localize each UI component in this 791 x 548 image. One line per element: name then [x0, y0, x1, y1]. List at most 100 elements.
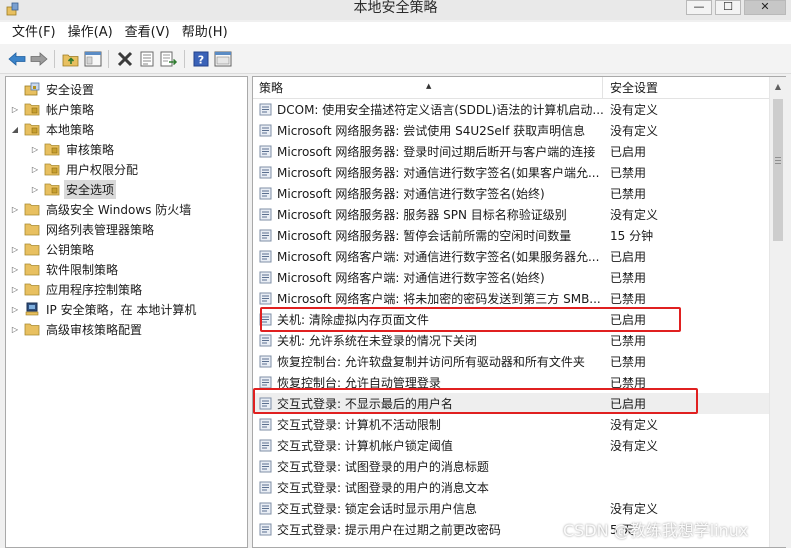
menu-action[interactable]: 操作(A) — [62, 23, 119, 43]
console-icon[interactable] — [214, 50, 232, 68]
policy-icon — [259, 523, 272, 536]
tree-item-user-rights-assignment[interactable]: ▷ 用户权限分配 — [30, 159, 140, 179]
policy-row[interactable]: Microsoft 网络服务器: 对通信进行数字签名(如果客户端允... 已禁用 — [253, 162, 769, 183]
up-folder-icon[interactable] — [62, 50, 80, 68]
tree-label: 帐户策略 — [46, 102, 95, 117]
tree-expander-collapsed-icon[interactable]: ▷ — [10, 324, 20, 334]
scroll-up-icon[interactable]: ▲ — [770, 79, 786, 95]
menu-view[interactable]: 查看(V) — [119, 23, 176, 43]
scrollbar-grip — [775, 160, 781, 161]
policy-icon — [259, 334, 272, 347]
tree-label: 审核策略 — [66, 142, 115, 157]
tree-expander-collapsed-icon[interactable]: ▷ — [30, 184, 40, 194]
tree-item-security-options[interactable]: ▷ 安全选项 — [30, 179, 117, 199]
tree-expander-collapsed-icon[interactable]: ▷ — [10, 284, 20, 294]
svg-text:?: ? — [198, 54, 204, 67]
properties-icon[interactable] — [138, 50, 156, 68]
policy-row[interactable]: 交互式登录: 计算机不活动限制 没有定义 — [253, 414, 769, 435]
close-button[interactable]: ✕ — [744, 0, 786, 15]
tree-expander-none — [10, 224, 20, 234]
policy-row[interactable]: Microsoft 网络服务器: 暂停会话前所需的空闲时间数量 15 分钟 — [253, 225, 769, 246]
policy-row[interactable]: 交互式登录: 锁定会话时显示用户信息 没有定义 — [253, 498, 769, 519]
menu-help[interactable]: 帮助(H) — [176, 23, 234, 43]
policy-icon — [259, 439, 272, 452]
policy-row[interactable]: 交互式登录: 试图登录的用户的消息标题 — [253, 456, 769, 477]
policy-row[interactable]: Microsoft 网络服务器: 服务器 SPN 目标名称验证级别 没有定义 — [253, 204, 769, 225]
tree-expander-expanded-icon[interactable]: ◢ — [10, 124, 20, 134]
policy-value: 15 分钟 — [610, 229, 654, 243]
tree-item-ip-security[interactable]: ▷ IP 安全策略，在 本地计算机 — [10, 299, 198, 319]
tree-item-network-list-manager[interactable]: 网络列表管理器策略 — [10, 219, 156, 239]
tree-expander-collapsed-icon[interactable]: ▷ — [30, 144, 40, 154]
column-header-security-setting[interactable]: 安全设置 — [604, 77, 769, 99]
back-icon[interactable] — [8, 50, 26, 68]
folder-icon — [24, 223, 40, 236]
help-icon[interactable]: ? — [192, 50, 210, 68]
policy-row[interactable]: Microsoft 网络客户端: 将未加密的密码发送到第三方 SMB... 已禁用 — [253, 288, 769, 309]
tree-expander-collapsed-icon[interactable]: ▷ — [10, 304, 20, 314]
policy-icon — [259, 418, 272, 431]
tree-expander-collapsed-icon[interactable]: ▷ — [10, 104, 20, 114]
tree-expander-collapsed-icon[interactable]: ▷ — [10, 264, 20, 274]
toolbar: ? — [0, 44, 791, 74]
toolbar-separator — [108, 50, 109, 68]
tree-item-public-key-policies[interactable]: ▷ 公钥策略 — [10, 239, 96, 259]
tree-item-audit-policy[interactable]: ▷ 审核策略 — [30, 139, 116, 159]
policy-row[interactable]: Microsoft 网络服务器: 登录时间过期后断开与客户端的连接 已启用 — [253, 141, 769, 162]
watermark-text: CSDN @教练我想学linux — [563, 521, 749, 540]
tree-item-app-control[interactable]: ▷ 应用程序控制策略 — [10, 279, 144, 299]
ip-security-icon — [25, 302, 39, 316]
policy-name: 交互式登录: 计算机帐户锁定阈值 — [277, 439, 453, 453]
tree-expander-none — [10, 84, 20, 94]
policy-row[interactable]: 恢复控制台: 允许软盘复制并访问所有驱动器和所有文件夹 已禁用 — [253, 351, 769, 372]
toolbar-separator — [54, 50, 55, 68]
security-settings-icon — [24, 82, 40, 96]
forward-icon[interactable] — [30, 50, 48, 68]
folder-icon — [44, 183, 60, 196]
tree-item-security-settings[interactable]: 安全设置 — [10, 79, 96, 99]
tree-item-advanced-audit[interactable]: ▷ 高级审核策略配置 — [10, 319, 144, 339]
policy-icon — [259, 187, 272, 200]
tree-expander-collapsed-icon[interactable]: ▷ — [10, 244, 20, 254]
policy-row[interactable]: 交互式登录: 试图登录的用户的消息文本 — [253, 477, 769, 498]
delete-icon[interactable] — [116, 50, 134, 68]
policy-row[interactable]: 交互式登录: 计算机帐户锁定阈值 没有定义 — [253, 435, 769, 456]
tree-item-windows-firewall[interactable]: ▷ 高级安全 Windows 防火墙 — [10, 199, 193, 219]
policy-name: Microsoft 网络客户端: 对通信进行数字签名(如果服务器允... — [277, 250, 600, 264]
maximize-button[interactable]: ☐ — [715, 0, 741, 15]
column-header-policy[interactable]: 策略 ▲ — [253, 77, 603, 99]
folder-icon — [24, 263, 40, 276]
export-icon[interactable] — [160, 50, 178, 68]
folder-icon — [24, 323, 40, 336]
policy-row[interactable]: DCOM: 使用安全描述符定义语言(SDDL)语法的计算机启动... 没有定义 — [253, 99, 769, 120]
scrollbar-thumb[interactable] — [773, 99, 783, 241]
policy-row[interactable]: Microsoft 网络服务器: 对通信进行数字签名(始终) 已禁用 — [253, 183, 769, 204]
policy-icon — [259, 292, 272, 305]
show-tree-icon[interactable] — [84, 50, 102, 68]
policy-value: 没有定义 — [610, 418, 659, 432]
policy-value: 已禁用 — [610, 187, 647, 201]
policy-value: 已禁用 — [610, 334, 647, 348]
policy-icon — [259, 481, 272, 494]
menu-file[interactable]: 文件(F) — [6, 23, 62, 43]
policy-row[interactable]: Microsoft 网络客户端: 对通信进行数字签名(如果服务器允... 已启用 — [253, 246, 769, 267]
policy-row[interactable]: Microsoft 网络服务器: 尝试使用 S4U2Self 获取声明信息 没有定… — [253, 120, 769, 141]
tree-item-account-policies[interactable]: ▷ 帐户策略 — [10, 99, 96, 119]
tree-item-software-restriction[interactable]: ▷ 软件限制策略 — [10, 259, 120, 279]
tree-expander-collapsed-icon[interactable]: ▷ — [30, 164, 40, 174]
minimize-button[interactable]: — — [686, 0, 712, 15]
tree-expander-collapsed-icon[interactable]: ▷ — [10, 204, 20, 214]
policy-name: Microsoft 网络服务器: 暂停会话前所需的空闲时间数量 — [277, 229, 572, 243]
policy-row[interactable]: Microsoft 网络客户端: 对通信进行数字签名(始终) 已禁用 — [253, 267, 769, 288]
policy-name: 交互式登录: 提示用户在过期之前更改密码 — [277, 523, 501, 537]
policy-icon — [259, 103, 272, 116]
tree-item-local-policies[interactable]: ◢ 本地策略 — [10, 119, 96, 139]
title-bar: 本地安全策略 — ☐ ✕ — [0, 0, 791, 20]
policy-row[interactable]: 关机: 允许系统在未登录的情况下关闭 已禁用 — [253, 330, 769, 351]
policy-name: 交互式登录: 试图登录的用户的消息文本 — [277, 481, 489, 495]
tree-label: 公钥策略 — [46, 242, 95, 257]
folder-icon — [24, 123, 40, 136]
vertical-scrollbar[interactable]: ▲ — [769, 77, 786, 547]
policy-name: 交互式登录: 锁定会话时显示用户信息 — [277, 502, 477, 516]
policy-name: DCOM: 使用安全描述符定义语言(SDDL)语法的计算机启动... — [277, 103, 603, 117]
